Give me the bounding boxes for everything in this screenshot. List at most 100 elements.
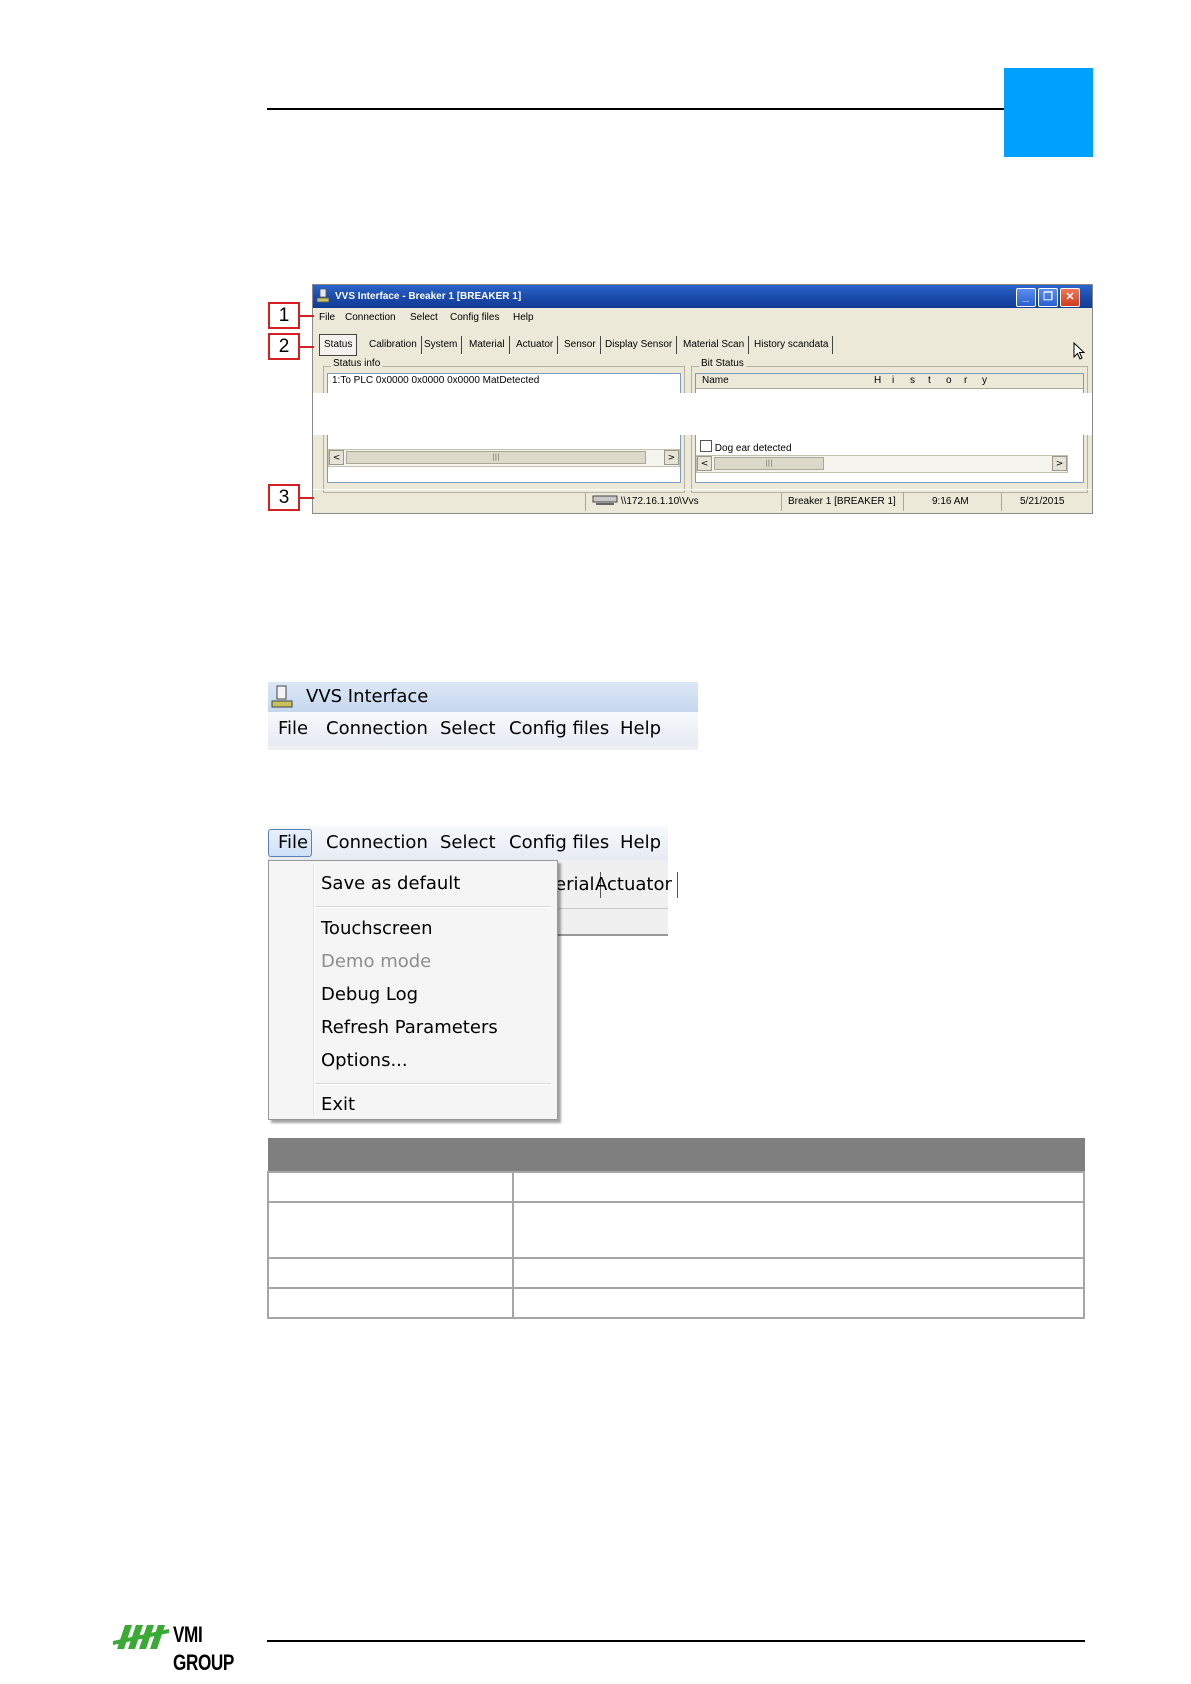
menu-item-options[interactable]: Options... [321, 1048, 408, 1074]
scroll-right-icon[interactable]: > [1052, 456, 1067, 471]
callout-1: 1 [268, 302, 300, 329]
menu-item-debug-log[interactable]: Debug Log [321, 982, 418, 1008]
bit-status-column-i[interactable]: i [892, 374, 894, 388]
menu-connection[interactable]: Connection [345, 308, 396, 328]
table-row [267, 1257, 1085, 1289]
status-time: 9:16 AM [903, 492, 969, 511]
callout-3: 3 [268, 484, 300, 511]
scroll-thumb[interactable]: ||| [714, 457, 824, 470]
tab-history-scandata[interactable]: History scandata [750, 336, 834, 354]
menu-icon-gutter [313, 864, 315, 1116]
menu-file[interactable]: File [319, 308, 335, 328]
menu-config-files[interactable]: Config files [509, 712, 609, 746]
window-title-bar: VVS Interface [268, 682, 698, 712]
bit-status-name-column[interactable]: Name [702, 374, 729, 388]
table-row [267, 1287, 1085, 1319]
status-bar: \\172.16.1.10\Vvs Breaker 1 [BREAKER 1] … [313, 489, 1092, 513]
scroll-right-icon[interactable]: > [664, 450, 679, 465]
menu-help[interactable]: Help [620, 826, 661, 860]
app-icon [271, 685, 293, 708]
callout-1-line [300, 315, 314, 317]
menu-connection[interactable]: Connection [326, 712, 428, 746]
menu-bar: File Connection Select Config files Help [268, 712, 698, 746]
network-drive-icon [592, 495, 618, 505]
menu-select[interactable]: Select [440, 826, 496, 860]
bit-status-row: Dog ear detected [700, 440, 792, 454]
menu-select[interactable]: Select [410, 308, 438, 328]
scroll-thumb[interactable]: ||| [346, 451, 646, 464]
menu-file[interactable]: File [278, 712, 308, 746]
restore-button[interactable]: ❐ [1038, 288, 1058, 307]
table-cell [267, 1201, 514, 1259]
tab-calibration[interactable]: Calibration [365, 336, 422, 354]
menu-config-files[interactable]: Config files [509, 826, 609, 860]
chapter-tab-marker [1004, 68, 1093, 157]
vmi-group-logo: VMI GROUP [113, 1617, 263, 1675]
status-network: \\172.16.1.10\Vvs [585, 492, 699, 511]
menu-file[interactable]: File [278, 826, 308, 860]
tab-material-scan[interactable]: Material Scan [679, 336, 750, 354]
bit-status-column-o[interactable]: o [946, 374, 952, 388]
menu-item-exit[interactable]: Exit [321, 1092, 355, 1118]
logo-wordmark: VMI GROUP [173, 1622, 234, 1675]
menu-description-table [267, 1138, 1085, 1319]
bit-status-checkbox[interactable] [700, 440, 712, 452]
vmi-logo-mark-icon [113, 1625, 169, 1649]
window-title-bar: VVS Interface - Breaker 1 [BREAKER 1] _ … [313, 285, 1092, 308]
tab-material[interactable]: Material [465, 336, 510, 354]
bit-status-column-h[interactable]: H [874, 374, 881, 388]
menu-help[interactable]: Help [620, 712, 661, 746]
table-header-cell [512, 1138, 1085, 1173]
tab-actuator[interactable]: Actuator [512, 336, 559, 354]
table-row [267, 1201, 1085, 1259]
menu-connection[interactable]: Connection [326, 826, 428, 860]
table-header-cell [267, 1138, 514, 1173]
tab-system[interactable]: System [420, 336, 463, 354]
menu-help[interactable]: Help [513, 308, 534, 328]
menu-config-files[interactable]: Config files [450, 308, 499, 328]
table-cell [267, 1171, 514, 1203]
app-icon [317, 289, 329, 303]
scroll-left-icon[interactable]: < [329, 450, 344, 465]
bit-status-header: Name H i s t o r y [696, 374, 1083, 389]
bit-status-label: Bit Status [699, 358, 746, 369]
status-info-row: 1:To PLC 0x0000 0x0000 0x0000 MatDetecte… [332, 375, 540, 386]
bit-status-column-r[interactable]: r [964, 374, 967, 388]
bit-status-hscroll[interactable]: < ||| > [696, 455, 1068, 473]
tab-status[interactable]: Status [319, 334, 358, 356]
status-info-hscroll[interactable]: < ||| > [328, 449, 680, 467]
menu-item-touchscreen[interactable]: Touchscreen [321, 916, 433, 942]
callout-3-line [300, 497, 314, 499]
bit-status-row-label: Dog ear detected [714, 443, 792, 454]
table-row [267, 1171, 1085, 1203]
close-button[interactable]: ✕ [1060, 288, 1080, 307]
bit-status-column-y[interactable]: y [982, 374, 987, 388]
bit-status-column-t[interactable]: t [928, 374, 931, 388]
menu-item-demo-mode: Demo mode [321, 951, 432, 972]
table-cell [512, 1257, 1085, 1289]
tab-material-partial[interactable]: erial [555, 872, 601, 898]
bit-status-column-s[interactable]: s [910, 374, 915, 388]
menu-item-save-as-default[interactable]: Save as default [321, 871, 460, 897]
table-header-row [267, 1138, 1085, 1173]
vvs-menu-bar-screenshot: VVS Interface File Connection Select Con… [268, 682, 698, 750]
table-cell [512, 1171, 1085, 1203]
callout-2-line [300, 346, 314, 348]
scroll-left-icon[interactable]: < [697, 456, 712, 471]
tab-sensor[interactable]: Sensor [560, 336, 601, 354]
menu-separator [315, 1083, 551, 1085]
tab-display-sensor[interactable]: Display Sensor [601, 336, 678, 354]
tab-actuator[interactable]: Actuator [595, 872, 678, 898]
minimize-button[interactable]: _ [1016, 288, 1036, 307]
menu-separator [315, 906, 551, 908]
table-cell [512, 1201, 1085, 1259]
window-title: VVS Interface [306, 686, 429, 707]
tab-strip-underline [555, 908, 668, 909]
status-breaker: Breaker 1 [BREAKER 1] [781, 492, 896, 511]
menu-select[interactable]: Select [440, 712, 496, 746]
table-cell [512, 1287, 1085, 1319]
footer-rule [267, 1640, 1085, 1642]
status-date: 5/21/2015 [1001, 492, 1065, 511]
menu-item-refresh-parameters[interactable]: Refresh Parameters [321, 1015, 498, 1041]
table-cell [267, 1287, 514, 1319]
